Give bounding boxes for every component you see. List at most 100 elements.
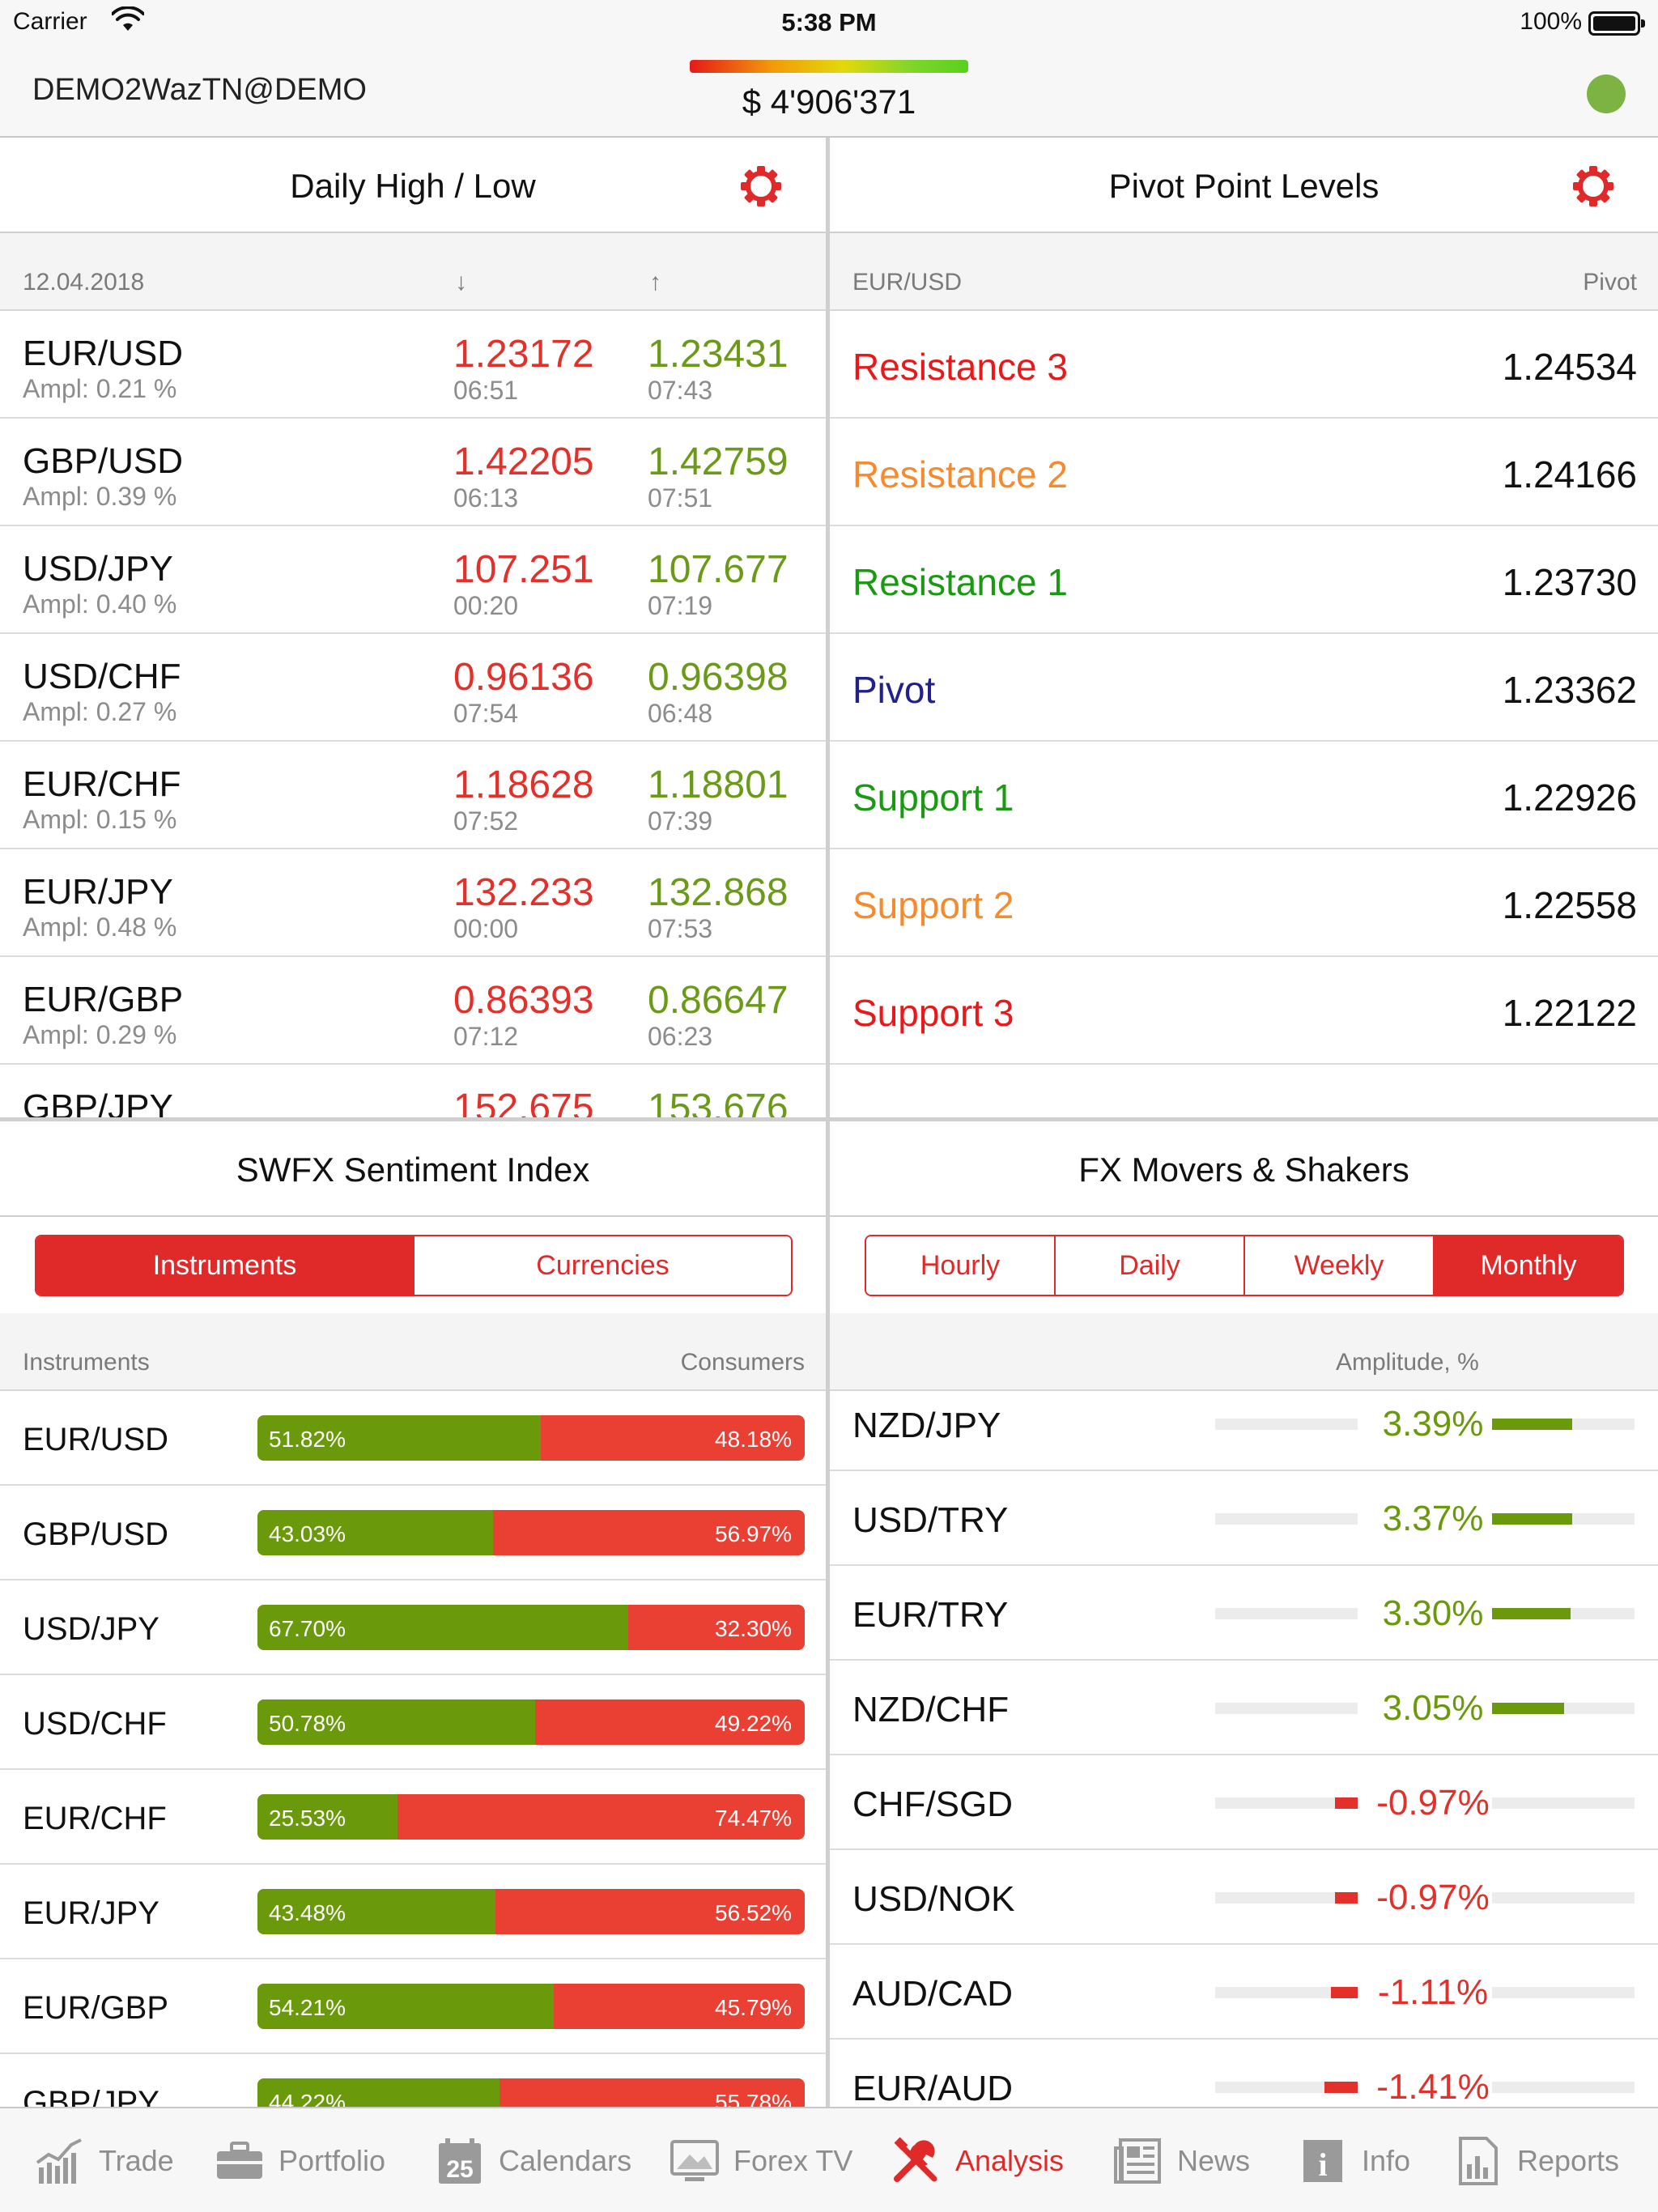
table-row[interactable]: EUR/GBP Ampl: 0.29 % 0.86393 07:12 0.86647 06…	[0, 957, 826, 1065]
amplitude-value: 3.30%	[1382, 1593, 1484, 1633]
tab-reports[interactable]: Reports	[1452, 2133, 1619, 2189]
amplitude-label: Ampl: 0.27 %	[23, 697, 177, 726]
table-row[interactable]: EUR/CHF Ampl: 0.15 % 1.18628 07:52 1.18801 07…	[0, 742, 826, 849]
horizontal-divider	[0, 1117, 1658, 1121]
tab-forex-tv[interactable]: Forex TV	[669, 2133, 852, 2189]
tab-instruments[interactable]: Instruments	[36, 1236, 414, 1295]
daily-high-low-header: Daily High / Low	[0, 138, 826, 233]
pivot-instrument-label[interactable]: EUR/USD	[852, 269, 962, 296]
low-value: 107.251	[453, 548, 594, 591]
tab-label: Forex TV	[733, 2144, 853, 2177]
tab-daily[interactable]: Daily	[1056, 1236, 1245, 1295]
arrow-up-icon[interactable]: ↑	[649, 269, 661, 296]
sentiment-row[interactable]: EUR/GBP 54.21% 45.79%	[0, 1959, 826, 2054]
sentiment-segmented-control: Instruments Currencies	[35, 1235, 793, 1296]
date-label: 12.04.2018	[23, 269, 145, 296]
table-row[interactable]: GBP/USD Ampl: 0.39 % 1.42205 06:13 1.42759 07…	[0, 419, 826, 526]
short-percent: 56.97%	[715, 1521, 792, 1546]
tab-label: Reports	[1517, 2144, 1620, 2177]
bottom-tab-bar: Trade Portfolio 25 Calendars Forex TV An…	[0, 2107, 1658, 2212]
sentiment-row[interactable]: USD/CHF 50.78% 49.22%	[0, 1675, 826, 1770]
pivot-level-value: 1.24166	[1502, 453, 1637, 496]
table-row[interactable]: GBP/JPY 152.675 153.676	[0, 1065, 826, 1117]
long-percent: 43.03%	[269, 1521, 346, 1546]
daily-high-low-panel: Daily High / Low 12.04.2018 ↓ ↑ EUR/USD A…	[0, 138, 826, 1117]
sentiment-row[interactable]: USD/JPY 67.70% 32.30%	[0, 1580, 826, 1675]
short-percent: 55.78%	[715, 2090, 792, 2107]
trade-chart-icon	[36, 2138, 82, 2184]
sentiment-row[interactable]: EUR/USD 51.82% 48.18%	[0, 1391, 826, 1486]
tab-info[interactable]: i Info	[1297, 2133, 1410, 2189]
short-percent: 49.22%	[715, 1711, 792, 1736]
mover-row[interactable]: CHF/SGD -0.97%	[830, 1755, 1658, 1850]
sentiment-row[interactable]: EUR/JPY 43.48% 56.52%	[0, 1865, 826, 1959]
mover-row[interactable]: USD/TRY 3.37%	[830, 1471, 1658, 1566]
low-time: 06:13	[453, 483, 519, 513]
amplitude-value: 3.39%	[1382, 1404, 1484, 1444]
pivot-level-label: Resistance 1	[852, 561, 1068, 603]
pivot-level-label: Support 1	[852, 776, 1014, 819]
low-value: 1.42205	[453, 440, 594, 483]
tab-portfolio[interactable]: Portfolio	[214, 2133, 385, 2189]
negative-track	[1215, 1419, 1358, 1430]
vertical-divider	[826, 138, 830, 2107]
tab-analysis[interactable]: Analysis	[891, 2133, 1064, 2189]
panel-title: Daily High / Low	[290, 167, 536, 205]
sentiment-bar: 54.21% 45.79%	[257, 1984, 805, 2029]
tab-hourly[interactable]: Hourly	[866, 1236, 1056, 1295]
table-row[interactable]: USD/JPY Ampl: 0.40 % 107.251 00:20 107.677 07…	[0, 526, 826, 634]
battery-icon	[1588, 11, 1645, 36]
mover-row[interactable]: EUR/AUD -1.41%	[830, 2040, 1658, 2107]
gear-icon[interactable]	[1572, 165, 1614, 207]
tab-calendars[interactable]: 25 Calendars	[434, 2133, 631, 2189]
mover-row[interactable]: USD/NOK -0.97%	[830, 1850, 1658, 1945]
account-name[interactable]: DEMO2WazTN@DEMO	[32, 73, 367, 108]
amplitude-label: Ampl: 0.21 %	[23, 374, 177, 403]
short-percent: 45.79%	[715, 1995, 792, 2020]
tab-weekly[interactable]: Weekly	[1245, 1236, 1435, 1295]
sentiment-bar: 67.70% 32.30%	[257, 1605, 805, 1650]
mover-row[interactable]: NZD/JPY 3.39%	[830, 1391, 1658, 1471]
high-time: 07:51	[648, 483, 713, 513]
table-row[interactable]: EUR/USD Ampl: 0.21 % 1.23172 06:51 1.23431 07…	[0, 311, 826, 419]
high-time: 07:39	[648, 806, 713, 836]
tv-icon	[670, 2140, 719, 2181]
pivot-row: Resistance 3 1.24534	[830, 311, 1658, 419]
panel-title: SWFX Sentiment Index	[236, 1151, 590, 1189]
high-time: 06:48	[648, 699, 713, 728]
tab-currencies[interactable]: Currencies	[414, 1236, 791, 1295]
positive-track	[1492, 1608, 1635, 1619]
status-bar: Carrier 5:38 PM 100%	[0, 0, 1658, 47]
amplitude-label: Ampl: 0.48 %	[23, 912, 177, 942]
tab-news[interactable]: News	[1112, 2133, 1250, 2189]
mover-row[interactable]: EUR/TRY 3.30%	[830, 1566, 1658, 1661]
amplitude-column-label: Amplitude, %	[1336, 1349, 1479, 1376]
gear-icon[interactable]	[740, 165, 782, 207]
mover-row[interactable]: NZD/CHF 3.05%	[830, 1661, 1658, 1755]
high-value: 107.677	[648, 548, 789, 591]
instrument-symbol: AUD/CAD	[852, 1974, 1014, 2014]
pivot-level-label: Resistance 2	[852, 453, 1068, 496]
instrument-symbol: EUR/AUD	[852, 2069, 1014, 2107]
calendar-badge: 25	[446, 2156, 473, 2183]
tab-trade[interactable]: Trade	[34, 2133, 174, 2189]
amplitude-value: -0.97%	[1376, 1783, 1490, 1823]
long-percent: 43.48%	[269, 1900, 346, 1925]
movers-period-control: Hourly Daily Weekly Monthly	[865, 1235, 1624, 1296]
sentiment-row[interactable]: GBP/JPY 44.22% 55.78%	[0, 2054, 826, 2107]
connection-status-dot	[1587, 74, 1626, 113]
pivot-row: Support 3 1.22122	[830, 957, 1658, 1065]
sentiment-row[interactable]: EUR/CHF 25.53% 74.47%	[0, 1770, 826, 1865]
table-row[interactable]: USD/CHF Ampl: 0.27 % 0.96136 07:54 0.96398 06…	[0, 634, 826, 742]
tools-icon	[894, 2137, 937, 2182]
pivot-level-value: 1.22926	[1502, 776, 1637, 819]
arrow-down-icon[interactable]: ↓	[455, 269, 467, 296]
sentiment-row[interactable]: GBP/USD 43.03% 56.97%	[0, 1486, 826, 1580]
instruments-column-label: Instruments	[23, 1349, 150, 1376]
table-row[interactable]: EUR/JPY Ampl: 0.48 % 132.233 00:00 132.868 07…	[0, 849, 826, 957]
instrument-symbol: EUR/TRY	[852, 1595, 1009, 1635]
tab-monthly[interactable]: Monthly	[1435, 1236, 1622, 1295]
mover-row[interactable]: AUD/CAD -1.11%	[830, 1945, 1658, 2040]
high-value: 1.18801	[648, 764, 789, 806]
consumers-column-label: Consumers	[680, 1349, 805, 1376]
